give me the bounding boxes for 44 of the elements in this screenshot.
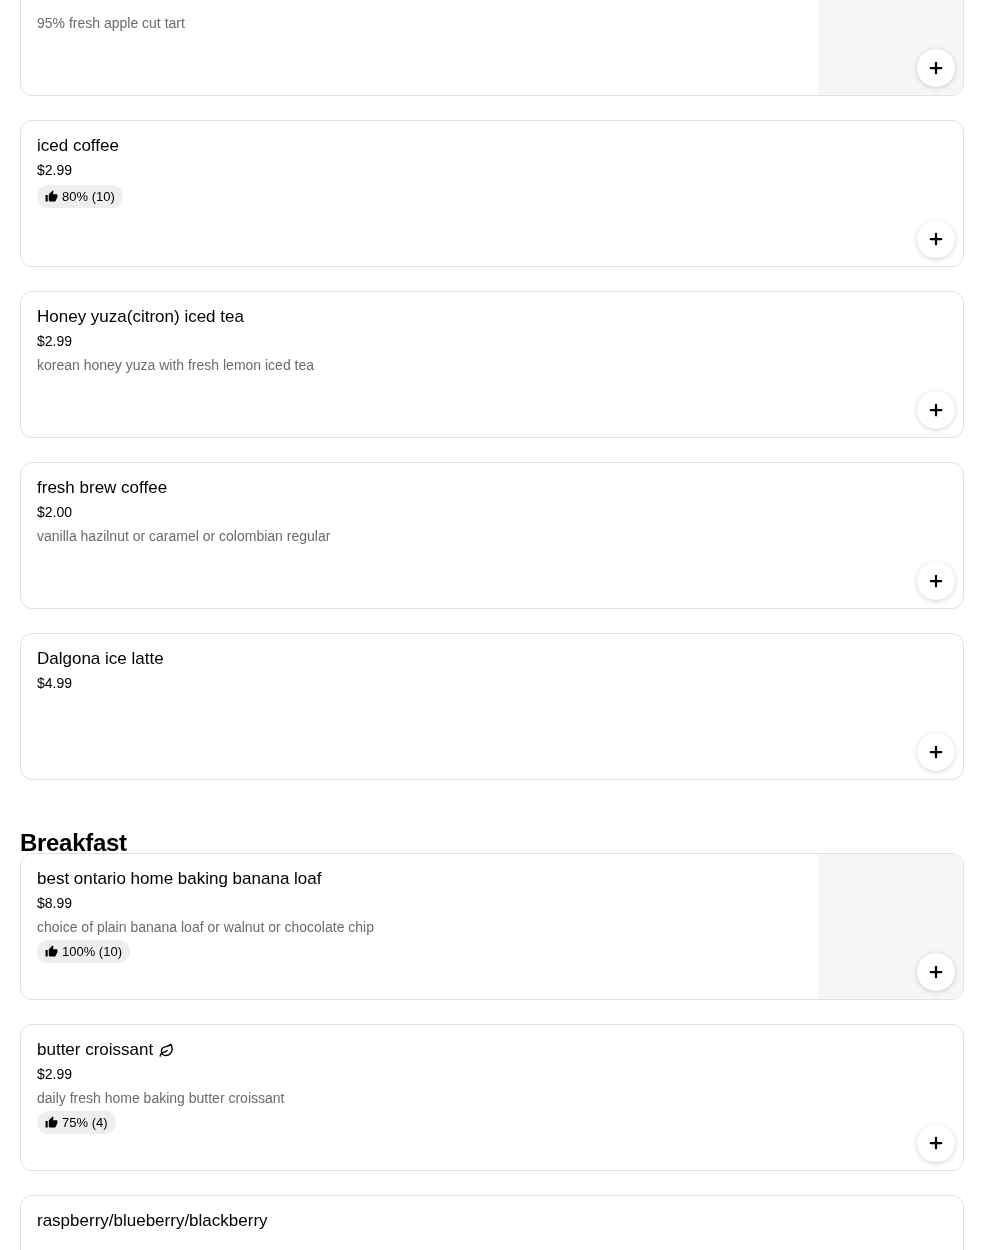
item-description: daily fresh home baking butter croissant	[37, 1089, 285, 1108]
plus-icon	[927, 401, 945, 419]
plus-icon	[927, 743, 945, 761]
menu-item-card[interactable]: butter croissant $2.99 daily fresh home baking butter croissant 75% (4)	[20, 1024, 964, 1171]
item-name: best ontario home baking banana loaf	[37, 868, 322, 890]
plus-icon	[927, 572, 945, 590]
menu-item-card[interactable]: Honey yuza(citron) iced tea $2.99 korean honey yuza with fresh lemon iced tea	[20, 291, 964, 438]
item-name: Honey yuza(citron) iced tea	[37, 306, 244, 328]
thumbs-up-icon	[45, 945, 58, 958]
item-price: $2.00	[37, 503, 73, 522]
menu-item-card[interactable]: fresh brew coffee $2.00 vanilla hazilnut or caramel or colombian regular	[20, 462, 964, 609]
item-description: 95% fresh apple cut tart	[37, 14, 185, 33]
item-name: raspberry/blueberry/blackberry	[37, 1210, 268, 1232]
item-price: $2.99	[37, 1065, 73, 1084]
item-name: iced coffee	[37, 135, 119, 157]
menu-item-card[interactable]: best ontario home baking banana loaf $8.99 choice of plain banana loaf or walnut or chocolate chip 100% (10)	[20, 853, 964, 1000]
add-button[interactable]	[917, 733, 955, 771]
item-description: korean honey yuza with fresh lemon iced tea	[37, 356, 315, 375]
plus-icon	[927, 963, 945, 981]
item-name: butter croissant	[37, 1039, 154, 1061]
item-description: vanilla hazilnut or caramel or colombian regular	[37, 527, 331, 546]
menu-item-card[interactable]: Dalgona ice latte $4.99	[20, 633, 964, 780]
item-price: $8.99	[37, 894, 73, 913]
thumbs-up-icon	[45, 1116, 58, 1129]
item-price: $2.99	[37, 332, 73, 351]
add-button[interactable]	[917, 220, 955, 258]
plus-icon	[927, 59, 945, 77]
thumbs-up-icon	[45, 190, 58, 203]
plus-icon	[927, 1134, 945, 1152]
plus-icon	[927, 230, 945, 248]
rating-badge: 75% (4)	[37, 1111, 116, 1134]
add-button[interactable]	[917, 1124, 955, 1162]
item-description: choice of plain banana loaf or walnut or chocolate chip	[37, 918, 374, 937]
add-button[interactable]	[917, 391, 955, 429]
add-button[interactable]	[917, 562, 955, 600]
item-name: fresh brew coffee	[37, 477, 168, 499]
rating-badge: 100% (10)	[37, 940, 130, 963]
menu-item-card[interactable]: iced coffee $2.99 80% (10)	[20, 120, 964, 267]
menu-item-card[interactable]: raspberry/blueberry/blackberry	[20, 1195, 964, 1250]
menu-item-card[interactable]: 95% fresh apple cut tart	[20, 0, 964, 96]
item-price: $2.99	[37, 161, 73, 180]
rating-badge: 80% (10)	[37, 185, 123, 208]
item-name: Dalgona ice latte	[37, 648, 164, 670]
item-price: $4.99	[37, 674, 73, 693]
